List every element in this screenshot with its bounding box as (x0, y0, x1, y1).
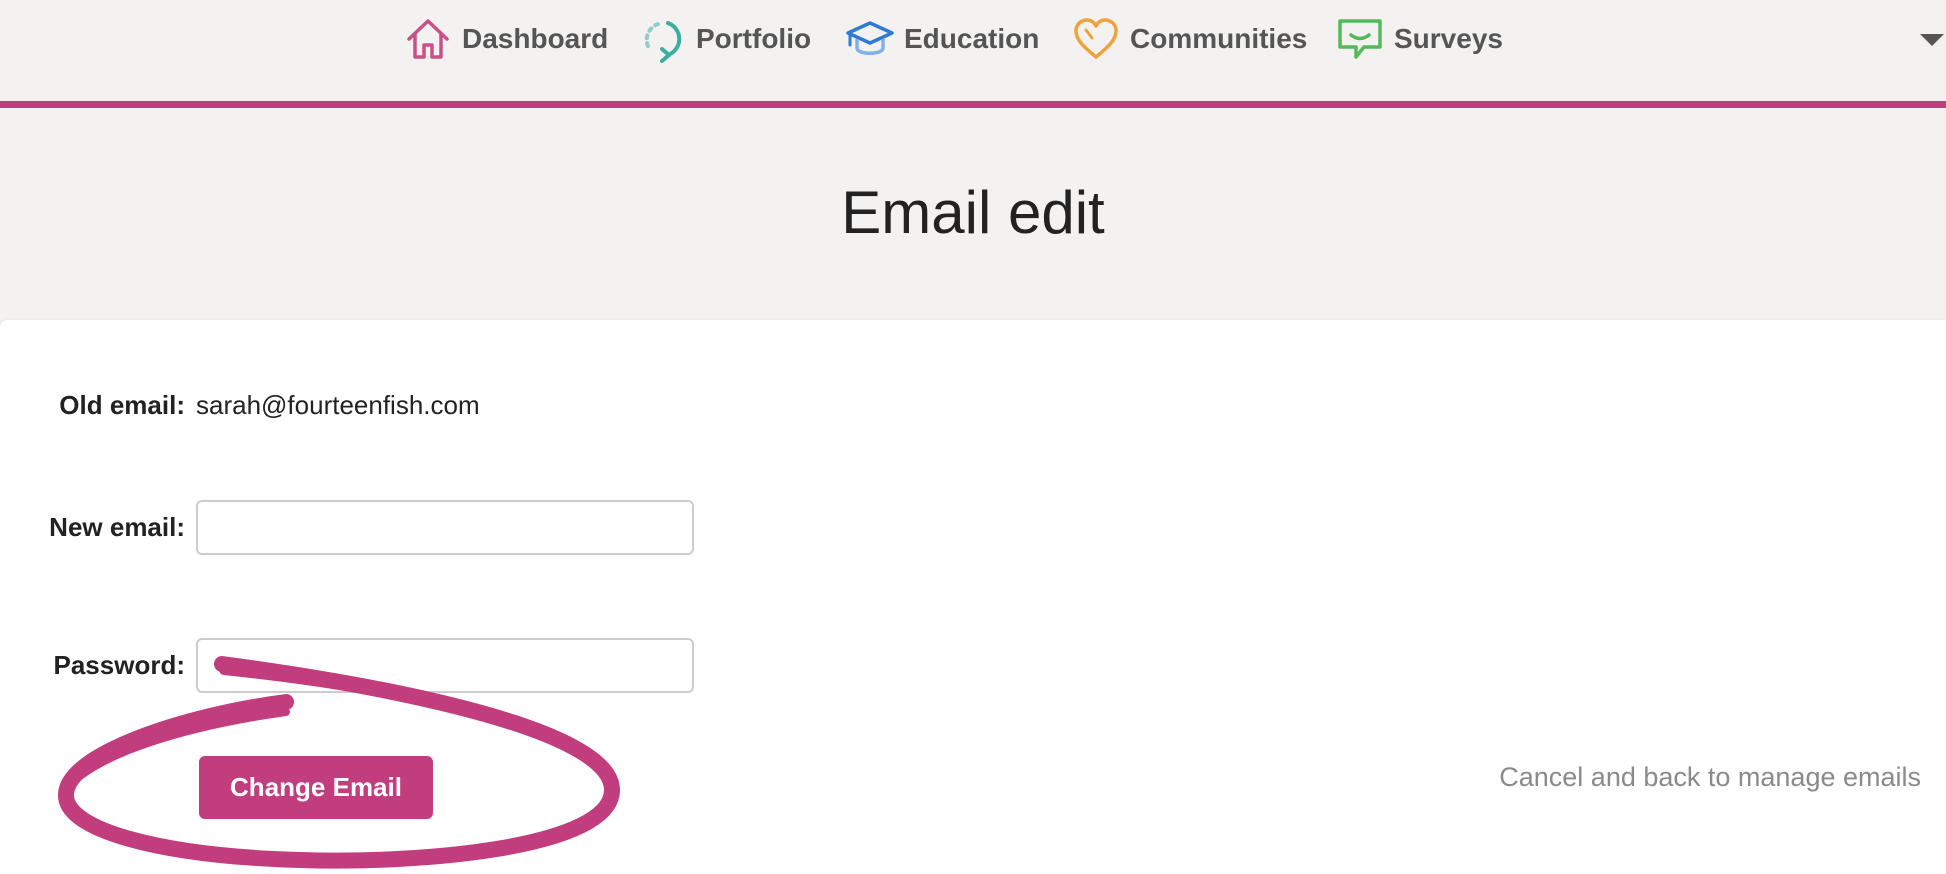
nav-item-communities[interactable]: Communities (1072, 14, 1307, 64)
old-email-label: Old email: (59, 390, 185, 420)
new-email-label: New email: (49, 512, 185, 542)
change-email-button[interactable]: Change Email (199, 756, 433, 819)
nav-item-label: Education (904, 23, 1040, 54)
caret-down-icon[interactable] (1918, 30, 1946, 50)
top-navigation: Dashboard Portfolio Education Communitie… (0, 0, 1946, 108)
nav-item-surveys[interactable]: Surveys (1336, 14, 1503, 64)
graduation-cap-icon (846, 21, 894, 55)
nav-item-label: Surveys (1394, 23, 1503, 54)
nav-item-label: Dashboard (462, 23, 609, 54)
password-field[interactable] (196, 638, 694, 693)
chat-bubble-icon (1338, 19, 1382, 59)
nav-list: Dashboard Portfolio Education Communitie… (0, 0, 1946, 80)
heart-icon (1074, 18, 1118, 59)
nav-item-portfolio[interactable]: Portfolio (638, 14, 811, 64)
refresh-icon (644, 21, 682, 63)
nav-item-label: Communities (1130, 23, 1308, 54)
email-edit-card: Old email: sarah@fourteenfish.com New em… (0, 320, 1946, 874)
old-email-value: sarah@fourteenfish.com (196, 390, 480, 420)
home-icon (407, 19, 449, 59)
page-title: Email edit (841, 179, 1105, 246)
nav-item-dashboard[interactable]: Dashboard (404, 14, 608, 64)
password-label: Password: (53, 650, 186, 680)
cancel-link[interactable]: Cancel and back to manage emails (1499, 762, 1921, 793)
nav-item-education[interactable]: Education (846, 14, 1039, 64)
new-email-field[interactable] (196, 500, 694, 555)
nav-item-label: Portfolio (696, 23, 812, 54)
